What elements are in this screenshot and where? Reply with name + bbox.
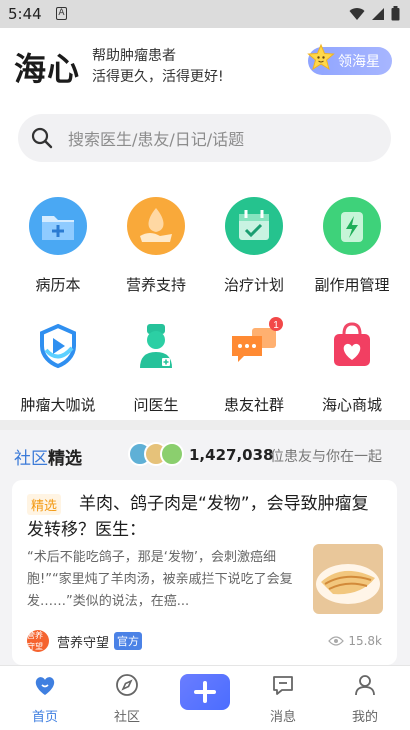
slogan-line1: 帮助肿瘤患者 (92, 48, 176, 64)
nutrition-hand-icon (127, 197, 185, 255)
status-bar: 5:44 A (0, 0, 410, 28)
user-icon (355, 675, 375, 696)
heart-icon (35, 677, 55, 695)
community-title: 社区精选 (14, 444, 82, 469)
tab-home-label: 首页 (31, 710, 58, 725)
feature-label: 海心商城 (321, 396, 382, 414)
shopping-bag-heart-icon (334, 322, 370, 366)
feature-label: 治疗计划 (223, 276, 284, 294)
claim-star-label: 领海星 (338, 54, 380, 70)
view-count-value: 15.8k (348, 634, 382, 648)
feature-expert-talk[interactable]: 肿瘤大咖说 (8, 316, 108, 415)
article-card[interactable]: 羊肉、鸽子肉是“发物”，会导致肿瘤复发转移？医生： 精选 “术后不能吃鸽子，那是… (12, 480, 397, 665)
tab-community-label: 社区 (113, 710, 140, 725)
article-thumbnail (313, 544, 383, 614)
eye-icon (328, 636, 345, 646)
member-avatars (128, 442, 184, 466)
feature-ask-doctor[interactable]: 问医生 (106, 316, 206, 415)
star-mascot-icon (307, 43, 335, 71)
view-count: 15.8k (328, 634, 382, 648)
group-badge: 1 (273, 320, 279, 331)
status-time: 5:44 (8, 5, 42, 23)
author-name: 营养守望 (57, 635, 110, 651)
chat-bubbles-icon: 1 (232, 317, 283, 362)
featured-tag: 精选 (27, 494, 62, 515)
notification-a-icon: A (56, 7, 67, 20)
app-logo: 海心 (14, 50, 81, 88)
tab-home[interactable]: 首页 (5, 672, 85, 725)
search-bar[interactable]: 搜索医生/患友/日记/话题 (18, 114, 391, 162)
search-placeholder: 搜索医生/患友/日记/话题 (68, 130, 245, 149)
tab-mine[interactable]: 我的 (325, 672, 405, 725)
feature-side-effect[interactable]: 副作用管理 (302, 196, 402, 295)
member-count-text: 位患友与你在一起 (270, 449, 382, 465)
post-button[interactable] (180, 674, 230, 710)
tab-mine-label: 我的 (351, 710, 378, 725)
member-count: 1,427,038 (189, 446, 274, 464)
plus-icon (194, 681, 216, 703)
signal-icon (372, 7, 384, 20)
feature-label: 营养支持 (125, 276, 186, 294)
tab-community[interactable]: 社区 (87, 672, 167, 725)
article-title: 羊肉、鸽子肉是“发物”，会导致肿瘤复发转移？医生： (27, 494, 369, 540)
slogan-line2: 活得更久，活得更好! (92, 69, 224, 85)
article-footer: 营养守望 营养守望 官方 15.8k (27, 630, 382, 652)
claim-star-button[interactable]: 领海星 (307, 43, 392, 75)
feature-mall[interactable]: 海心商城 (302, 316, 402, 415)
feature-label: 肿瘤大咖说 (20, 396, 96, 414)
calendar-check-icon (225, 197, 283, 255)
folder-plus-icon (29, 197, 87, 255)
app-header: 海心 帮助肿瘤患者 活得更久，活得更好! 领海星 (0, 28, 410, 108)
battery-icon (391, 6, 400, 21)
status-icons (349, 6, 400, 21)
feature-treatment-plan[interactable]: 治疗计划 (204, 196, 304, 295)
official-badge: 官方 (114, 632, 143, 650)
message-icon (273, 676, 293, 695)
doctor-icon (140, 324, 172, 368)
search-icon (31, 127, 53, 149)
community-title-blue: 社区 (14, 449, 48, 469)
feature-patient-group[interactable]: 1 患友社群 (204, 316, 304, 415)
feature-label: 患友社群 (223, 396, 284, 414)
bottom-tab-bar: 首页 社区 消息 我的 (0, 665, 410, 730)
feature-nutrition[interactable]: 营养支持 (106, 196, 206, 295)
article-excerpt: “术后不能吃鸽子，那是‘发物’，会刺激癌细胞!”“家里炖了羊肉汤，被亲戚拦下说吃… (27, 550, 293, 609)
compass-icon (116, 674, 138, 696)
wifi-icon (349, 7, 365, 20)
community-title-bold: 精选 (48, 449, 82, 469)
author-avatar: 营养守望 (27, 630, 49, 652)
battery-bolt-icon (323, 197, 381, 255)
play-shield-icon (40, 323, 76, 369)
feature-label: 病历本 (35, 276, 81, 294)
tab-messages-label: 消息 (269, 710, 296, 725)
feature-medical-record[interactable]: 病历本 (8, 196, 108, 295)
tab-messages[interactable]: 消息 (243, 672, 323, 725)
feature-label: 副作用管理 (314, 276, 390, 294)
section-divider (0, 420, 410, 430)
feature-label: 问医生 (133, 396, 179, 414)
